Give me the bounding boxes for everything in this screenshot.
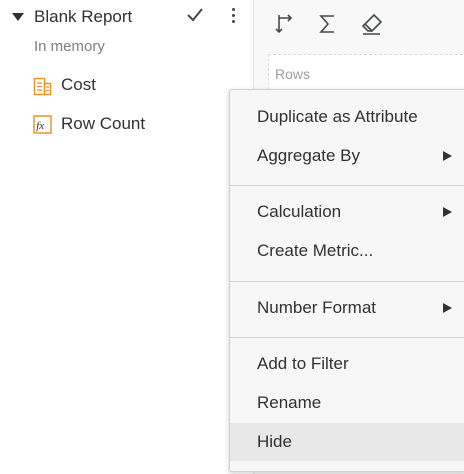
- fx-icon: fx: [33, 115, 52, 134]
- menu-item-duplicate-as-attribute[interactable]: Duplicate as Attribute: [230, 98, 464, 136]
- menu-item-aggregate-by[interactable]: Aggregate By: [230, 137, 464, 175]
- svg-text:fx: fx: [36, 120, 44, 132]
- rows-drop-zone[interactable]: Rows: [268, 54, 464, 90]
- menu-item-add-to-filter[interactable]: Add to Filter: [230, 345, 464, 383]
- dataset-subtitle: In memory: [34, 38, 105, 55]
- rows-label: Rows: [275, 66, 311, 82]
- menu-item-label: Aggregate By: [257, 146, 361, 165]
- metric-icon: [33, 77, 52, 96]
- dataset-panel: Blank Report In memory Cost fx Row Count: [0, 0, 253, 474]
- object-item-cost[interactable]: Cost: [0, 71, 253, 101]
- menu-item-calculation[interactable]: Calculation: [230, 193, 464, 231]
- menu-item-label: Number Format: [257, 298, 377, 317]
- more-options-icon[interactable]: [226, 6, 240, 26]
- dataset-header[interactable]: Blank Report: [0, 0, 253, 36]
- collapse-caret-icon[interactable]: [12, 13, 24, 21]
- object-label: Row Count: [61, 114, 146, 133]
- menu-divider: [230, 185, 464, 186]
- swap-axes-icon[interactable]: [274, 12, 298, 36]
- object-item-row-count[interactable]: fx Row Count: [0, 110, 253, 140]
- menu-divider: [230, 281, 464, 282]
- menu-item-rename[interactable]: Rename: [230, 384, 464, 422]
- submenu-arrow-icon: [443, 151, 452, 161]
- submenu-arrow-icon: [443, 207, 452, 217]
- menu-item-label: Calculation: [257, 202, 342, 221]
- submenu-arrow-icon: [443, 303, 452, 313]
- menu-item-number-format[interactable]: Number Format: [230, 289, 464, 327]
- sum-icon[interactable]: [316, 12, 340, 36]
- menu-item-label: Create Metric...: [257, 241, 374, 260]
- menu-item-label: Rename: [257, 393, 322, 412]
- check-icon[interactable]: [186, 6, 204, 24]
- menu-item-label: Add to Filter: [257, 354, 349, 373]
- menu-item-hide[interactable]: Hide: [230, 423, 464, 461]
- dataset-title: Blank Report: [34, 7, 133, 26]
- menu-item-label: Duplicate as Attribute: [257, 107, 418, 126]
- object-label: Cost: [61, 75, 96, 94]
- context-menu: Duplicate as Attribute Aggregate By Calc…: [229, 89, 464, 472]
- menu-divider: [230, 337, 464, 338]
- menu-item-label: Hide: [257, 432, 292, 451]
- menu-item-create-metric[interactable]: Create Metric...: [230, 232, 464, 270]
- eraser-icon[interactable]: [360, 12, 384, 36]
